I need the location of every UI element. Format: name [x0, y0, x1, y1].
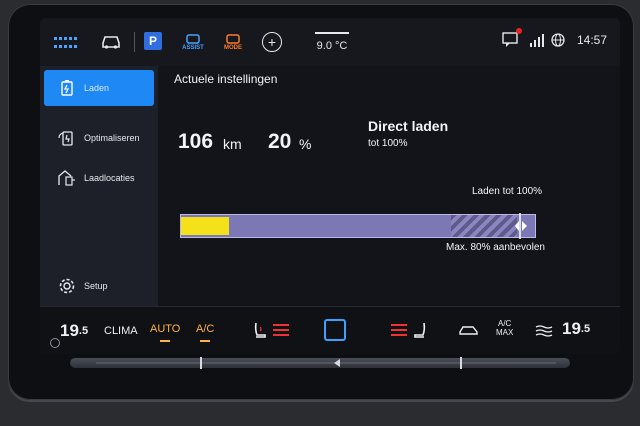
parking-button[interactable]: P	[144, 32, 162, 50]
ac-max-top-label: A/C	[498, 319, 512, 328]
above-recommended-zone	[451, 215, 517, 237]
assist-car-icon	[186, 34, 200, 44]
vehicle-icon[interactable]	[100, 32, 122, 50]
ac-label: A/C	[196, 323, 215, 335]
display-bezel: P ASSIST MODE + 9.0 °C 14:57 Laden Optim…	[8, 4, 634, 400]
charging-location-icon	[56, 167, 78, 189]
outside-temperature: 9.0 °C	[304, 28, 360, 56]
range-value: 106	[178, 130, 214, 153]
clima-button[interactable]: CLIMA	[104, 325, 138, 337]
mode-car-icon	[226, 34, 240, 44]
infotainment-screen: P ASSIST MODE + 9.0 °C 14:57 Laden Optim…	[40, 18, 620, 354]
temperature-slider[interactable]	[96, 356, 556, 370]
power-icon[interactable]	[50, 338, 60, 348]
current-charge-fill	[181, 217, 229, 235]
sidebar-item-setup[interactable]: Setup	[44, 268, 154, 304]
globe-icon	[550, 32, 566, 48]
charge-level-bar[interactable]	[180, 213, 536, 239]
defrost-icon[interactable]	[534, 321, 554, 339]
driver-seat-heating-button[interactable]	[248, 319, 294, 341]
sidebar-item-label: Laden	[84, 83, 110, 93]
charge-mode-title[interactable]: Direct laden	[368, 118, 448, 134]
ac-button[interactable]: A/C	[196, 323, 214, 342]
charge-target-label: Laden tot 100%	[472, 186, 543, 197]
seat-heat-icon	[414, 322, 426, 338]
outside-temp-value: 9.0 °C	[316, 40, 348, 52]
add-icon[interactable]: +	[262, 32, 282, 52]
message-icon[interactable]	[502, 32, 520, 48]
notification-dot	[516, 28, 522, 34]
range-unit: km	[223, 136, 242, 152]
status-bar: P ASSIST MODE + 9.0 °C 14:57	[40, 18, 620, 66]
divider	[134, 32, 135, 52]
ac-max-button[interactable]: A/C MAX	[496, 319, 513, 337]
battery-charge-icon	[56, 77, 78, 99]
assist-button[interactable]: ASSIST	[180, 30, 206, 54]
passenger-seat-heating-button[interactable]	[386, 319, 432, 341]
signal-strength-icon	[528, 30, 546, 50]
recirculation-icon[interactable]	[458, 321, 480, 339]
page-title: Actuele instellingen	[174, 72, 278, 86]
mode-label: MODE	[224, 45, 242, 51]
sidebar-item-label: Optimaliseren	[84, 133, 140, 143]
gear-icon	[56, 275, 78, 297]
clock: 14:57	[576, 33, 608, 47]
seat-heat-icon	[254, 322, 266, 338]
battery-percentage: 20	[268, 130, 292, 153]
auto-climate-button[interactable]: AUTO	[150, 323, 180, 342]
home-button[interactable]	[324, 319, 346, 341]
driver-temperature[interactable]: 19.5	[60, 321, 88, 341]
optimize-charge-icon	[56, 127, 78, 149]
recommended-limit-label: Max. 80% aanbevolen	[446, 242, 545, 253]
sidebar-item-label: Laadlocaties	[84, 173, 135, 183]
battery-percentage-unit: %	[299, 136, 312, 152]
charging-panel: Actuele instellingen 106 km 20 % Direct …	[158, 66, 620, 306]
sidebar-item-label: Setup	[84, 281, 108, 291]
charge-limit-handle[interactable]	[515, 213, 527, 239]
sidebar: Laden Optimaliseren Laadlocaties Setup	[40, 66, 158, 306]
charge-mode-subtitle: tot 100%	[368, 138, 408, 149]
assist-label: ASSIST	[182, 45, 204, 51]
passenger-temperature[interactable]: 19.5	[562, 319, 590, 339]
drive-mode-button[interactable]: MODE	[220, 30, 246, 54]
auto-label: AUTO	[150, 323, 181, 335]
sidebar-item-optimaliseren[interactable]: Optimaliseren	[44, 120, 154, 156]
apps-grid-icon[interactable]	[52, 35, 78, 49]
climate-bar: 19.5 CLIMA AUTO A/C A/C MAX 19 .5	[40, 306, 620, 354]
ac-max-bottom-label: MAX	[496, 328, 514, 337]
sidebar-item-laden[interactable]: Laden	[44, 70, 154, 106]
sidebar-item-laadlocaties[interactable]: Laadlocaties	[44, 160, 154, 196]
